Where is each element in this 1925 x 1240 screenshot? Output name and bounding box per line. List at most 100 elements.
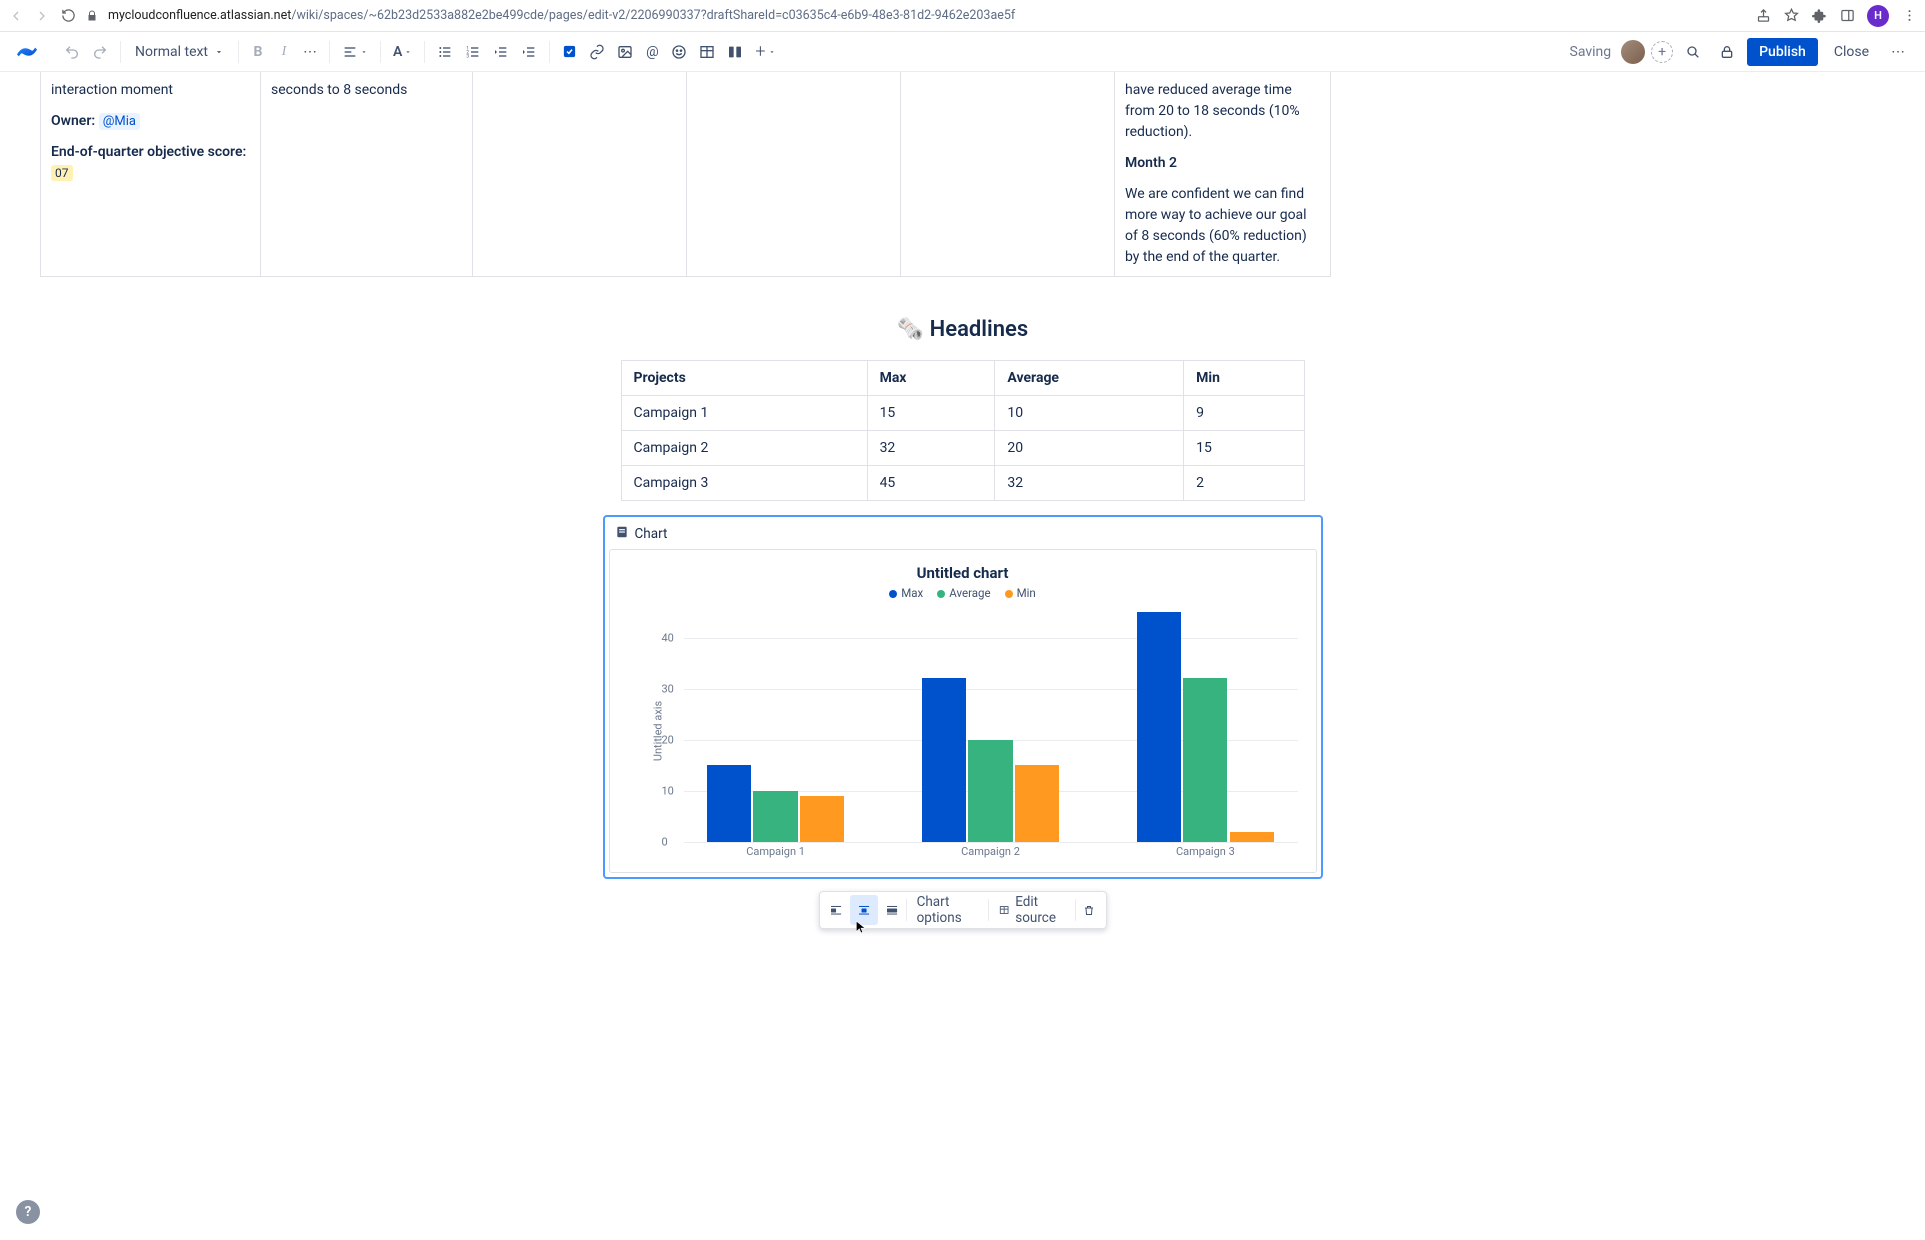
chart-plotarea: 010203040Campaign 1Campaign 2Campaign 3 bbox=[684, 612, 1298, 842]
table-row[interactable]: Campaign 115109 bbox=[621, 396, 1304, 431]
undo-button[interactable] bbox=[58, 38, 86, 66]
chevron-down-icon bbox=[214, 47, 224, 57]
url-path: /wiki/spaces/~62b23d2533a882e2be499cde/p… bbox=[291, 8, 1015, 23]
chart-floating-toolbar: Chart options Edit source bbox=[819, 891, 1107, 929]
delete-button[interactable] bbox=[1075, 895, 1103, 925]
nav-forward-icon[interactable] bbox=[34, 8, 50, 24]
chart-options-button[interactable]: Chart options bbox=[907, 894, 989, 926]
action-item-button[interactable] bbox=[556, 38, 583, 66]
update-cell[interactable]: have reduced average time from 20 to 18 … bbox=[1115, 72, 1331, 277]
bullet-list-button[interactable] bbox=[431, 38, 459, 66]
table-header: Min bbox=[1184, 361, 1304, 396]
bar bbox=[1015, 765, 1059, 842]
table-header: Max bbox=[867, 361, 995, 396]
table-cell: Campaign 3 bbox=[621, 466, 867, 501]
kr-cell[interactable]: seconds to 8 seconds bbox=[261, 72, 473, 277]
italic-button[interactable]: I bbox=[271, 38, 297, 66]
number-list-button[interactable]: 123 bbox=[459, 38, 487, 66]
empty-cell-3[interactable] bbox=[901, 72, 1115, 277]
redo-button[interactable] bbox=[86, 38, 114, 66]
browser-chrome: mycloudconfluence.atlassian.net/wiki/spa… bbox=[0, 0, 1925, 32]
objective-line: interaction moment bbox=[51, 80, 250, 101]
bar bbox=[1183, 678, 1227, 842]
text-style-label: Normal text bbox=[135, 44, 208, 60]
y-tick: 10 bbox=[662, 784, 674, 797]
empty-cell-2[interactable] bbox=[687, 72, 901, 277]
update-p1: have reduced average time from 20 to 18 … bbox=[1125, 80, 1320, 143]
textcolor-dropdown[interactable]: A bbox=[387, 38, 418, 66]
update-month: Month 2 bbox=[1125, 153, 1320, 174]
table-row[interactable]: Campaign 345322 bbox=[621, 466, 1304, 501]
align-dropdown[interactable] bbox=[336, 38, 374, 66]
table-row[interactable]: Campaign 2322015 bbox=[621, 431, 1304, 466]
campaign-table[interactable]: ProjectsMaxAverageMin Campaign 115109Cam… bbox=[621, 360, 1305, 501]
more-actions-button[interactable]: ⋯ bbox=[1885, 38, 1911, 66]
page-content: interaction moment Owner: @Mia End-of-qu… bbox=[0, 72, 1925, 969]
table-cell: 15 bbox=[867, 396, 995, 431]
kebab-icon[interactable] bbox=[1901, 8, 1917, 24]
objective-cell[interactable]: interaction moment Owner: @Mia End-of-qu… bbox=[41, 72, 261, 277]
eoq-score: 07 bbox=[51, 165, 73, 181]
indent-button[interactable] bbox=[515, 38, 543, 66]
chart-icon bbox=[615, 525, 629, 543]
legend-item: Average bbox=[937, 586, 990, 600]
edit-source-button[interactable]: Edit source bbox=[989, 894, 1075, 926]
y-tick: 30 bbox=[662, 682, 674, 695]
star-icon[interactable] bbox=[1783, 8, 1799, 24]
insert-dropdown[interactable]: + bbox=[749, 38, 781, 66]
emoji-button[interactable] bbox=[665, 38, 693, 66]
bar bbox=[753, 791, 797, 842]
table-cell: 45 bbox=[867, 466, 995, 501]
nav-back-icon[interactable] bbox=[8, 8, 24, 24]
text-style-dropdown[interactable]: Normal text bbox=[127, 40, 232, 64]
table-cell: 10 bbox=[995, 396, 1184, 431]
legend-item: Min bbox=[1005, 586, 1036, 600]
chart-canvas: Untitled chart MaxAverageMin Untitled ax… bbox=[609, 549, 1317, 873]
bar bbox=[707, 765, 751, 842]
chart-ylabel: Untitled axis bbox=[651, 701, 664, 761]
search-button[interactable] bbox=[1679, 38, 1707, 66]
editor-avatar[interactable] bbox=[1621, 40, 1645, 64]
table-cell: 15 bbox=[1184, 431, 1304, 466]
restrictions-button[interactable] bbox=[1713, 38, 1741, 66]
y-tick: 20 bbox=[662, 733, 674, 746]
table-cell: 9 bbox=[1184, 396, 1304, 431]
more-format-button[interactable]: ⋯ bbox=[297, 38, 323, 66]
kr-text: seconds to 8 seconds bbox=[271, 80, 462, 101]
table-cell: 32 bbox=[995, 466, 1184, 501]
editor-toolbar: Normal text B I ⋯ A 123 @ + Saving + Pub… bbox=[0, 32, 1925, 72]
outdent-button[interactable] bbox=[487, 38, 515, 66]
share-icon[interactable] bbox=[1755, 8, 1771, 24]
address-bar[interactable]: mycloudconfluence.atlassian.net/wiki/spa… bbox=[84, 8, 1747, 24]
chart-title: Untitled chart bbox=[624, 564, 1302, 582]
link-button[interactable] bbox=[583, 38, 611, 66]
confluence-logo[interactable] bbox=[14, 39, 40, 65]
profile-avatar[interactable]: H bbox=[1867, 5, 1889, 27]
help-button[interactable]: ? bbox=[16, 1200, 40, 1224]
nav-reload-icon[interactable] bbox=[60, 8, 76, 24]
table-cell: 20 bbox=[995, 431, 1184, 466]
table-icon bbox=[999, 903, 1009, 917]
layout-button[interactable] bbox=[721, 38, 749, 66]
chart-macro[interactable]: Chart Untitled chart MaxAverageMin Untit… bbox=[603, 515, 1323, 879]
sidepanel-icon[interactable] bbox=[1839, 8, 1855, 24]
owner-mention[interactable]: @Mia bbox=[99, 113, 140, 130]
lock-icon bbox=[84, 8, 100, 24]
close-button[interactable]: Close bbox=[1824, 38, 1879, 66]
owner-label: Owner: bbox=[51, 113, 95, 129]
extensions-icon[interactable] bbox=[1811, 8, 1827, 24]
table-cell: 32 bbox=[867, 431, 995, 466]
add-collaborator-button[interactable]: + bbox=[1651, 41, 1673, 63]
publish-button[interactable]: Publish bbox=[1747, 38, 1818, 66]
table-cell: Campaign 2 bbox=[621, 431, 867, 466]
mention-button[interactable]: @ bbox=[639, 38, 665, 66]
empty-cell-1[interactable] bbox=[473, 72, 687, 277]
align-center-button[interactable] bbox=[850, 895, 878, 925]
align-wide-button[interactable] bbox=[878, 895, 906, 925]
align-left-button[interactable] bbox=[822, 895, 850, 925]
table-button[interactable] bbox=[693, 38, 721, 66]
bold-button[interactable]: B bbox=[245, 38, 271, 66]
eoq-label: End-of-quarter objective score: bbox=[51, 144, 246, 160]
headlines-heading: 🗞️ Headlines bbox=[0, 317, 1925, 342]
image-button[interactable] bbox=[611, 38, 639, 66]
